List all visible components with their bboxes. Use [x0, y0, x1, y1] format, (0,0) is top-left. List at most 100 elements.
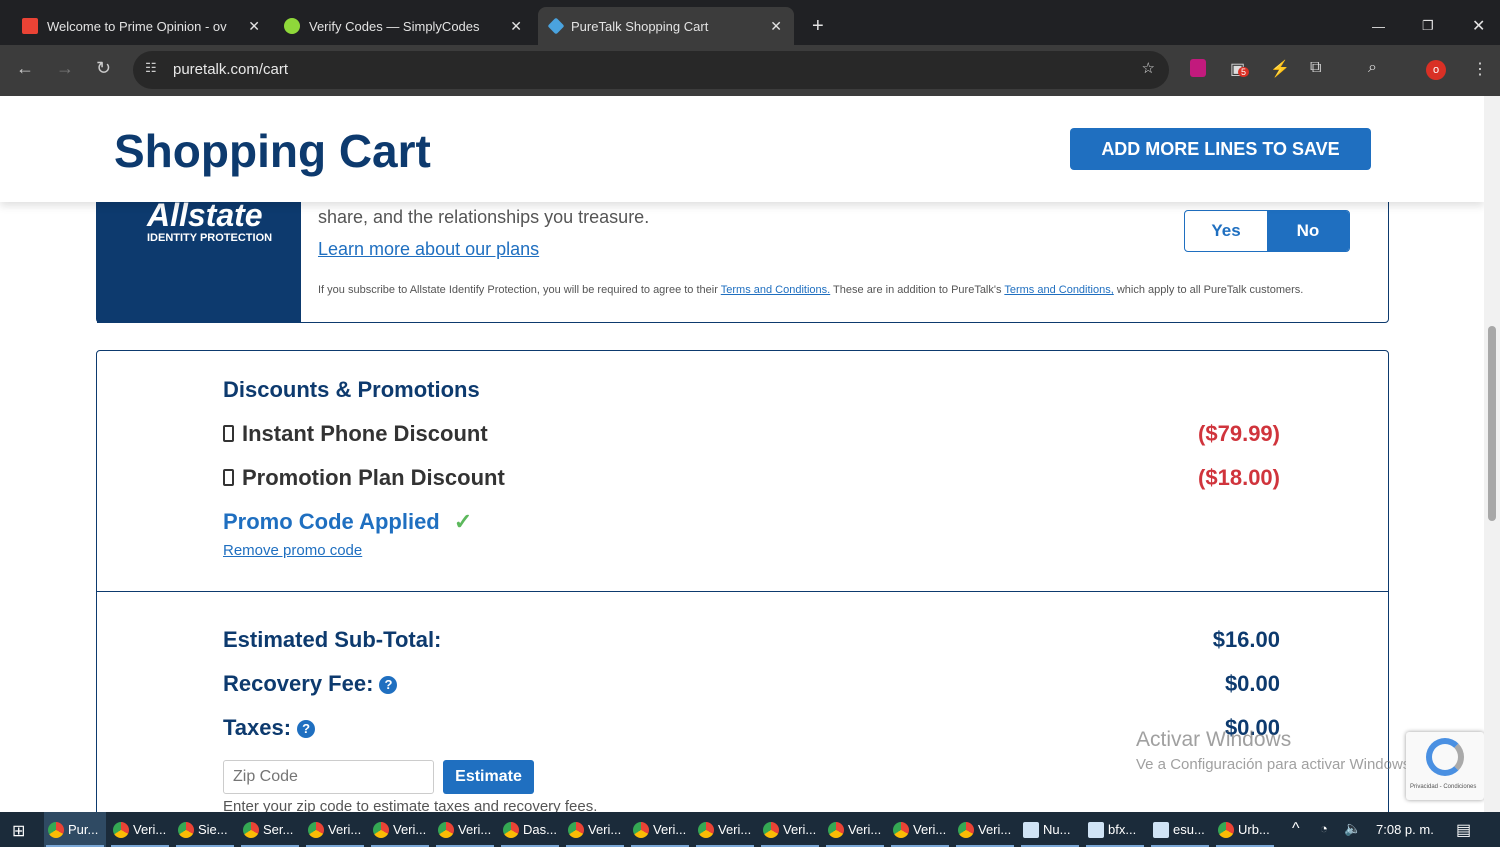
- ublock-icon[interactable]: [1190, 59, 1206, 77]
- volume-icon[interactable]: 🔈: [1344, 820, 1361, 837]
- close-window-button[interactable]: ✕: [1460, 7, 1497, 45]
- terms-link-puretalk[interactable]: Terms and Conditions,: [1004, 284, 1113, 296]
- extension-lightning-icon[interactable]: ⚡: [1270, 59, 1290, 79]
- app-icon: [1153, 821, 1169, 838]
- yes-button[interactable]: Yes: [1185, 211, 1267, 251]
- minimize-button[interactable]: —: [1360, 7, 1397, 45]
- chrome-icon: [243, 821, 259, 838]
- zip-code-input[interactable]: [223, 760, 434, 794]
- tab-gmail[interactable]: Welcome to Prime Opinion - ov ✕: [10, 7, 272, 45]
- help-icon[interactable]: ?: [297, 720, 316, 739]
- phone-icon: [223, 469, 234, 486]
- chrome-icon: [308, 821, 324, 838]
- chrome-icon: [958, 821, 974, 838]
- new-tab-button[interactable]: +: [800, 7, 836, 45]
- app-icon: [1088, 821, 1104, 838]
- browser-toolbar: ← → ↻ ☷puretalk.com/cart☆ ▣5 ⚡ ⧉ ⌕ o ⋮: [0, 45, 1500, 96]
- scrollbar-thumb[interactable]: [1488, 326, 1496, 521]
- taskbar-item[interactable]: Pur...: [44, 812, 106, 847]
- page-scrollbar[interactable]: [1484, 96, 1500, 812]
- remove-promo-link[interactable]: Remove promo code: [223, 542, 362, 559]
- tray-chevron-icon[interactable]: ^: [1292, 820, 1300, 838]
- phone-icon: [223, 425, 234, 442]
- close-tab-icon[interactable]: ✕: [770, 18, 782, 35]
- taskbar-item[interactable]: Ser...: [239, 812, 301, 847]
- discount-row: Promotion Plan Discount: [223, 465, 505, 491]
- taskbar-item[interactable]: Veri...: [564, 812, 626, 847]
- chrome-icon: [568, 821, 584, 838]
- chrome-icon: [178, 821, 194, 838]
- taskbar-item[interactable]: Veri...: [304, 812, 366, 847]
- taskbar-item[interactable]: Veri...: [369, 812, 431, 847]
- taskbar-item[interactable]: esu...: [1149, 812, 1211, 847]
- chrome-icon: [633, 821, 649, 838]
- taskbar-item[interactable]: Veri...: [889, 812, 951, 847]
- windows-watermark: Activar Windows: [1136, 728, 1292, 751]
- disclaimer: If you subscribe to Allstate Identify Pr…: [318, 284, 1304, 296]
- taskbar-item[interactable]: bfx...: [1084, 812, 1146, 847]
- tab-bar: Welcome to Prime Opinion - ov ✕ Verify Co…: [0, 0, 1500, 45]
- taskbar-item[interactable]: Veri...: [759, 812, 821, 847]
- bookmark-star-icon[interactable]: ☆: [1142, 59, 1155, 77]
- learn-more-link[interactable]: Learn more about our plans: [318, 239, 539, 260]
- chrome-icon: [113, 821, 129, 838]
- chrome-icon: [698, 821, 714, 838]
- puretalk-icon: [547, 17, 565, 35]
- tab-search-icon[interactable]: ⌕: [1368, 59, 1377, 77]
- taskbar-item[interactable]: Veri...: [694, 812, 756, 847]
- taskbar-item[interactable]: Das...: [499, 812, 561, 847]
- add-more-lines-button[interactable]: ADD MORE LINES TO SAVE: [1070, 128, 1371, 170]
- tab-simplycodes[interactable]: Verify Codes — SimplyCodes ✕: [272, 7, 534, 45]
- notifications-icon[interactable]: ▤: [1456, 820, 1471, 840]
- sticky-header: Shopping Cart ADD MORE LINES TO SAVE: [0, 96, 1484, 202]
- help-icon[interactable]: ?: [379, 676, 398, 695]
- taskbar-item[interactable]: Veri...: [954, 812, 1016, 847]
- address-bar[interactable]: ☷ puretalk.com/cart ☆: [133, 51, 1169, 89]
- taskbar-item[interactable]: Veri...: [434, 812, 496, 847]
- yes-no-toggle: Yes No: [1184, 210, 1350, 252]
- windows-taskbar: ⊞ Pur... Veri... Sie... Ser... Veri... Veri..…: [0, 812, 1500, 847]
- taskbar-item[interactable]: Veri...: [824, 812, 886, 847]
- taskbar-item[interactable]: Veri...: [109, 812, 171, 847]
- simplycodes-icon: [284, 18, 300, 34]
- extension-icon[interactable]: ▣5: [1230, 59, 1250, 79]
- clock[interactable]: 7:08 p. m.: [1376, 822, 1434, 837]
- close-tab-icon[interactable]: ✕: [248, 18, 260, 35]
- site-info-icon[interactable]: ☷: [145, 60, 157, 76]
- chrome-icon: [828, 821, 844, 838]
- chrome-icon: [893, 821, 909, 838]
- recaptcha-badge[interactable]: Privacidad - Condiciones: [1406, 732, 1484, 800]
- discount-row: Instant Phone Discount: [223, 421, 488, 447]
- back-icon[interactable]: ←: [16, 58, 34, 79]
- wifi-icon[interactable]: ◔: [1320, 821, 1328, 836]
- taskbar-item[interactable]: Veri...: [629, 812, 691, 847]
- menu-icon[interactable]: ⋮: [1472, 59, 1488, 79]
- forward-icon[interactable]: →: [56, 58, 74, 79]
- windows-start-icon[interactable]: ⊞: [12, 821, 25, 841]
- profile-avatar[interactable]: o: [1426, 60, 1446, 80]
- tab-puretalk[interactable]: PureTalk Shopping Cart ✕: [538, 7, 794, 45]
- taskbar-item[interactable]: Urb...: [1214, 812, 1276, 847]
- no-button[interactable]: No: [1267, 211, 1349, 251]
- close-tab-icon[interactable]: ✕: [510, 18, 522, 35]
- discounts-heading: Discounts & Promotions: [223, 377, 480, 402]
- gmail-icon: [22, 18, 38, 34]
- chrome-icon: [48, 821, 64, 838]
- app-icon: [1023, 821, 1039, 838]
- taskbar-item[interactable]: Sie...: [174, 812, 236, 847]
- page-content: Shopping Cart ADD MORE LINES TO SAVE All…: [0, 96, 1484, 812]
- restore-button[interactable]: ❐: [1410, 7, 1446, 45]
- page-title: Shopping Cart: [114, 125, 431, 177]
- recaptcha-icon: [1426, 738, 1464, 776]
- checkmark-icon: ✓: [453, 509, 473, 534]
- taskbar-item[interactable]: Nu...: [1019, 812, 1081, 847]
- promo-applied: Promo Code Applied ✓: [223, 509, 473, 534]
- terms-link-allstate[interactable]: Terms and Conditions.: [721, 284, 830, 296]
- chrome-icon: [373, 821, 389, 838]
- app-icon: [1218, 821, 1234, 838]
- chrome-icon: [503, 821, 519, 838]
- estimate-button[interactable]: Estimate: [443, 760, 534, 794]
- divider: [97, 591, 1388, 592]
- reload-icon[interactable]: ↻: [96, 58, 111, 79]
- extensions-puzzle-icon[interactable]: ⧉: [1310, 59, 1321, 77]
